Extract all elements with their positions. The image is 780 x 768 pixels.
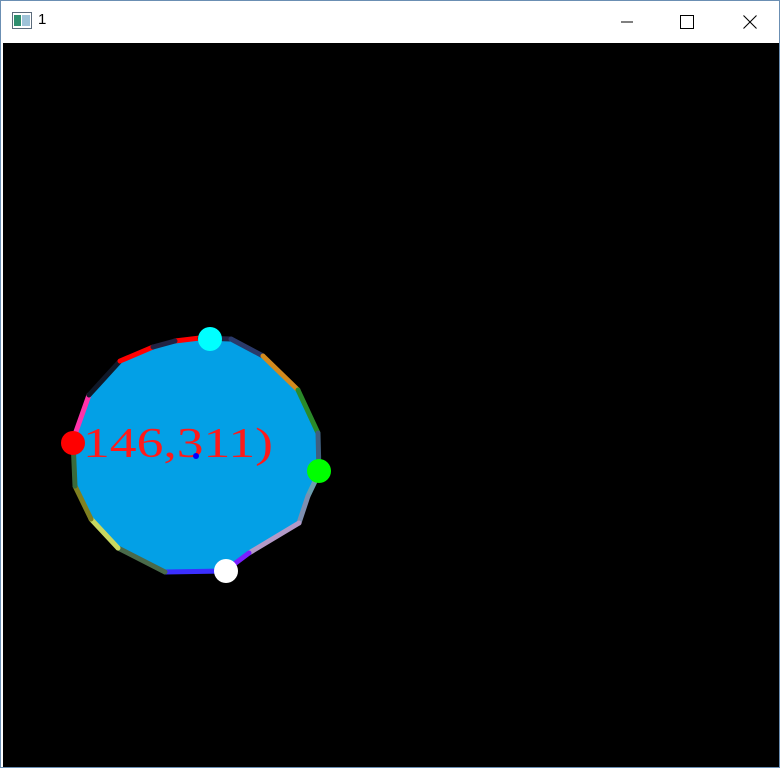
handle-bottom[interactable] [214, 559, 238, 583]
drawing-canvas[interactable]: 146,311) [3, 43, 779, 767]
polygon-edge [172, 335, 203, 344]
minimize-button[interactable] [604, 1, 650, 42]
handle-top[interactable] [198, 327, 222, 351]
handle-right[interactable] [307, 459, 331, 483]
window-title: 1 [38, 11, 47, 28]
coordinate-label: 146,311) [83, 421, 273, 467]
title-bar[interactable]: 1 [1, 1, 779, 42]
app-window: 1 146,311) [0, 0, 780, 768]
close-icon [743, 14, 757, 29]
maximize-button[interactable] [664, 1, 710, 42]
close-button[interactable] [727, 1, 773, 42]
maximize-icon [680, 14, 694, 29]
canvas-scene: 146,311) [61, 327, 331, 583]
window-app-icon [12, 12, 32, 29]
center-marker [193, 453, 199, 459]
handle-left[interactable] [61, 431, 85, 455]
minimize-icon [621, 21, 633, 22]
